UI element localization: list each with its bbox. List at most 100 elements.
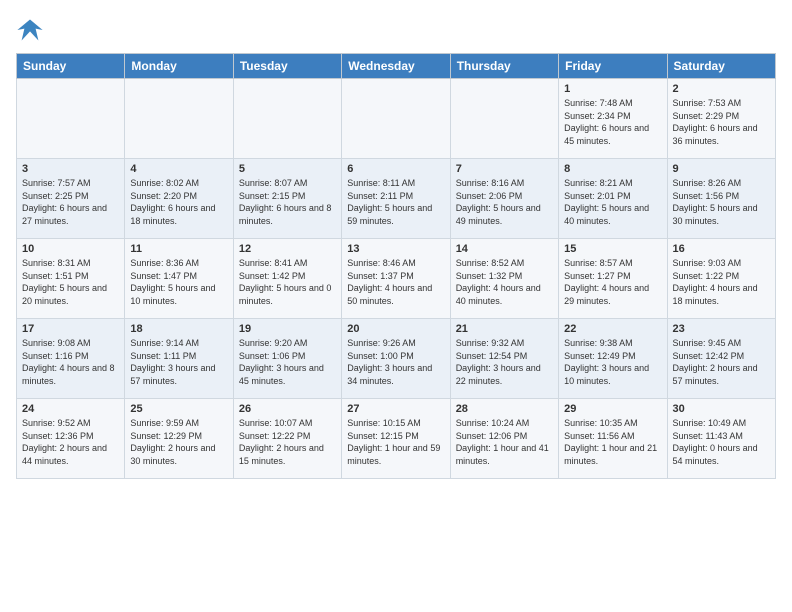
day-number: 27	[347, 403, 444, 415]
day-number: 11	[130, 243, 227, 255]
day-number: 23	[673, 323, 770, 335]
day-number: 18	[130, 323, 227, 335]
day-number: 8	[564, 163, 661, 175]
day-info: Sunrise: 9:08 AM Sunset: 1:16 PM Dayligh…	[22, 337, 119, 387]
calendar-cell: 16 Sunrise: 9:03 AM Sunset: 1:22 PM Dayli…	[667, 239, 775, 319]
day-info: Sunrise: 8:26 AM Sunset: 1:56 PM Dayligh…	[673, 177, 770, 227]
day-info: Sunrise: 8:21 AM Sunset: 2:01 PM Dayligh…	[564, 177, 661, 227]
day-number: 19	[239, 323, 336, 335]
calendar-cell: 10 Sunrise: 8:31 AM Sunset: 1:51 PM Dayli…	[17, 239, 125, 319]
calendar-cell: 30 Sunrise: 10:49 AM Sunset: 11:43 AM Day…	[667, 399, 775, 479]
day-info: Sunrise: 10:07 AM Sunset: 12:22 PM Dayli…	[239, 417, 336, 467]
day-info: Sunrise: 9:20 AM Sunset: 1:06 PM Dayligh…	[239, 337, 336, 387]
calendar-cell: 6 Sunrise: 8:11 AM Sunset: 2:11 PM Daylig…	[342, 159, 450, 239]
calendar-cell	[233, 79, 341, 159]
day-info: Sunrise: 7:53 AM Sunset: 2:29 PM Dayligh…	[673, 97, 770, 147]
day-number: 3	[22, 163, 119, 175]
day-number: 12	[239, 243, 336, 255]
calendar-cell: 11 Sunrise: 8:36 AM Sunset: 1:47 PM Dayli…	[125, 239, 233, 319]
day-info: Sunrise: 8:31 AM Sunset: 1:51 PM Dayligh…	[22, 257, 119, 307]
calendar-cell: 23 Sunrise: 9:45 AM Sunset: 12:42 PM Dayl…	[667, 319, 775, 399]
day-info: Sunrise: 8:46 AM Sunset: 1:37 PM Dayligh…	[347, 257, 444, 307]
day-number: 13	[347, 243, 444, 255]
day-number: 16	[673, 243, 770, 255]
day-info: Sunrise: 8:52 AM Sunset: 1:32 PM Dayligh…	[456, 257, 553, 307]
calendar-cell: 14 Sunrise: 8:52 AM Sunset: 1:32 PM Dayli…	[450, 239, 558, 319]
calendar-cell: 19 Sunrise: 9:20 AM Sunset: 1:06 PM Dayli…	[233, 319, 341, 399]
calendar-cell	[342, 79, 450, 159]
day-number: 22	[564, 323, 661, 335]
calendar-cell: 1Sunrise: 7:48 AM Sunset: 2:34 PM Daylig…	[559, 79, 667, 159]
day-info: Sunrise: 9:38 AM Sunset: 12:49 PM Daylig…	[564, 337, 661, 387]
calendar-cell: 25 Sunrise: 9:59 AM Sunset: 12:29 PM Dayl…	[125, 399, 233, 479]
calendar-cell: 9 Sunrise: 8:26 AM Sunset: 1:56 PM Daylig…	[667, 159, 775, 239]
calendar-cell: 27Sunrise: 10:15 AM Sunset: 12:15 PM Day…	[342, 399, 450, 479]
day-info: Sunrise: 9:03 AM Sunset: 1:22 PM Dayligh…	[673, 257, 770, 307]
day-info: Sunrise: 8:57 AM Sunset: 1:27 PM Dayligh…	[564, 257, 661, 307]
day-number: 5	[239, 163, 336, 175]
calendar-cell: 29 Sunrise: 10:35 AM Sunset: 11:56 AM Day…	[559, 399, 667, 479]
day-number: 6	[347, 163, 444, 175]
calendar-cell: 22 Sunrise: 9:38 AM Sunset: 12:49 PM Dayl…	[559, 319, 667, 399]
day-info: Sunrise: 10:49 AM Sunset: 11:43 AM Dayli…	[673, 417, 770, 467]
day-number: 20	[347, 323, 444, 335]
day-info: Sunrise: 10:24 AM Sunset: 12:06 PM Dayli…	[456, 417, 553, 467]
calendar-cell: 28 Sunrise: 10:24 AM Sunset: 12:06 PM Day…	[450, 399, 558, 479]
calendar-cell: 8 Sunrise: 8:21 AM Sunset: 2:01 PM Daylig…	[559, 159, 667, 239]
day-number: 28	[456, 403, 553, 415]
weekday-header: Friday	[559, 54, 667, 79]
calendar-cell: 20 Sunrise: 9:26 AM Sunset: 1:00 PM Dayli…	[342, 319, 450, 399]
day-info: Sunrise: 8:11 AM Sunset: 2:11 PM Dayligh…	[347, 177, 444, 227]
weekday-header: Monday	[125, 54, 233, 79]
calendar-cell: 13 Sunrise: 8:46 AM Sunset: 1:37 PM Dayli…	[342, 239, 450, 319]
calendar-cell	[17, 79, 125, 159]
day-number: 17	[22, 323, 119, 335]
day-number: 10	[22, 243, 119, 255]
day-number: 9	[673, 163, 770, 175]
day-number: 14	[456, 243, 553, 255]
calendar-cell: 5 Sunrise: 8:07 AM Sunset: 2:15 PM Daylig…	[233, 159, 341, 239]
day-number: 24	[22, 403, 119, 415]
day-number: 30	[673, 403, 770, 415]
day-number: 29	[564, 403, 661, 415]
weekday-header: Sunday	[17, 54, 125, 79]
day-number: 7	[456, 163, 553, 175]
calendar-cell: 24 Sunrise: 9:52 AM Sunset: 12:36 PM Dayl…	[17, 399, 125, 479]
day-info: Sunrise: 9:14 AM Sunset: 1:11 PM Dayligh…	[130, 337, 227, 387]
calendar-cell: 7 Sunrise: 8:16 AM Sunset: 2:06 PM Daylig…	[450, 159, 558, 239]
day-number: 15	[564, 243, 661, 255]
calendar-cell: 15 Sunrise: 8:57 AM Sunset: 1:27 PM Dayli…	[559, 239, 667, 319]
day-info: Sunrise: 9:32 AM Sunset: 12:54 PM Daylig…	[456, 337, 553, 387]
calendar-cell	[125, 79, 233, 159]
calendar-cell: 4 Sunrise: 8:02 AM Sunset: 2:20 PM Daylig…	[125, 159, 233, 239]
calendar-cell: 2 Sunrise: 7:53 AM Sunset: 2:29 PM Daylig…	[667, 79, 775, 159]
weekday-header: Thursday	[450, 54, 558, 79]
day-info: Sunrise: 10:35 AM Sunset: 11:56 AM Dayli…	[564, 417, 661, 467]
calendar-cell	[450, 79, 558, 159]
day-info: Sunrise: 9:26 AM Sunset: 1:00 PM Dayligh…	[347, 337, 444, 387]
day-number: 25	[130, 403, 227, 415]
day-info: Sunrise: 9:59 AM Sunset: 12:29 PM Daylig…	[130, 417, 227, 467]
day-info: Sunrise: 8:07 AM Sunset: 2:15 PM Dayligh…	[239, 177, 336, 227]
day-info: Sunrise: 8:16 AM Sunset: 2:06 PM Dayligh…	[456, 177, 553, 227]
day-number: 4	[130, 163, 227, 175]
calendar-cell: 18 Sunrise: 9:14 AM Sunset: 1:11 PM Dayli…	[125, 319, 233, 399]
day-info: Sunrise: 8:02 AM Sunset: 2:20 PM Dayligh…	[130, 177, 227, 227]
calendar-cell: 26Sunrise: 10:07 AM Sunset: 12:22 PM Day…	[233, 399, 341, 479]
calendar-cell: 21 Sunrise: 9:32 AM Sunset: 12:54 PM Dayl…	[450, 319, 558, 399]
weekday-header: Tuesday	[233, 54, 341, 79]
day-info: Sunrise: 7:48 AM Sunset: 2:34 PM Dayligh…	[564, 97, 661, 147]
day-info: Sunrise: 8:36 AM Sunset: 1:47 PM Dayligh…	[130, 257, 227, 307]
day-number: 2	[673, 83, 770, 95]
day-number: 21	[456, 323, 553, 335]
day-info: Sunrise: 8:41 AM Sunset: 1:42 PM Dayligh…	[239, 257, 336, 307]
day-info: Sunrise: 9:45 AM Sunset: 12:42 PM Daylig…	[673, 337, 770, 387]
calendar-cell: 17 Sunrise: 9:08 AM Sunset: 1:16 PM Dayli…	[17, 319, 125, 399]
calendar-cell: 12 Sunrise: 8:41 AM Sunset: 1:42 PM Dayli…	[233, 239, 341, 319]
day-info: Sunrise: 7:57 AM Sunset: 2:25 PM Dayligh…	[22, 177, 119, 227]
weekday-header: Saturday	[667, 54, 775, 79]
logo	[16, 16, 46, 49]
calendar-cell: 3 Sunrise: 7:57 AM Sunset: 2:25 PM Daylig…	[17, 159, 125, 239]
day-info: Sunrise: 9:52 AM Sunset: 12:36 PM Daylig…	[22, 417, 119, 467]
weekday-header: Wednesday	[342, 54, 450, 79]
